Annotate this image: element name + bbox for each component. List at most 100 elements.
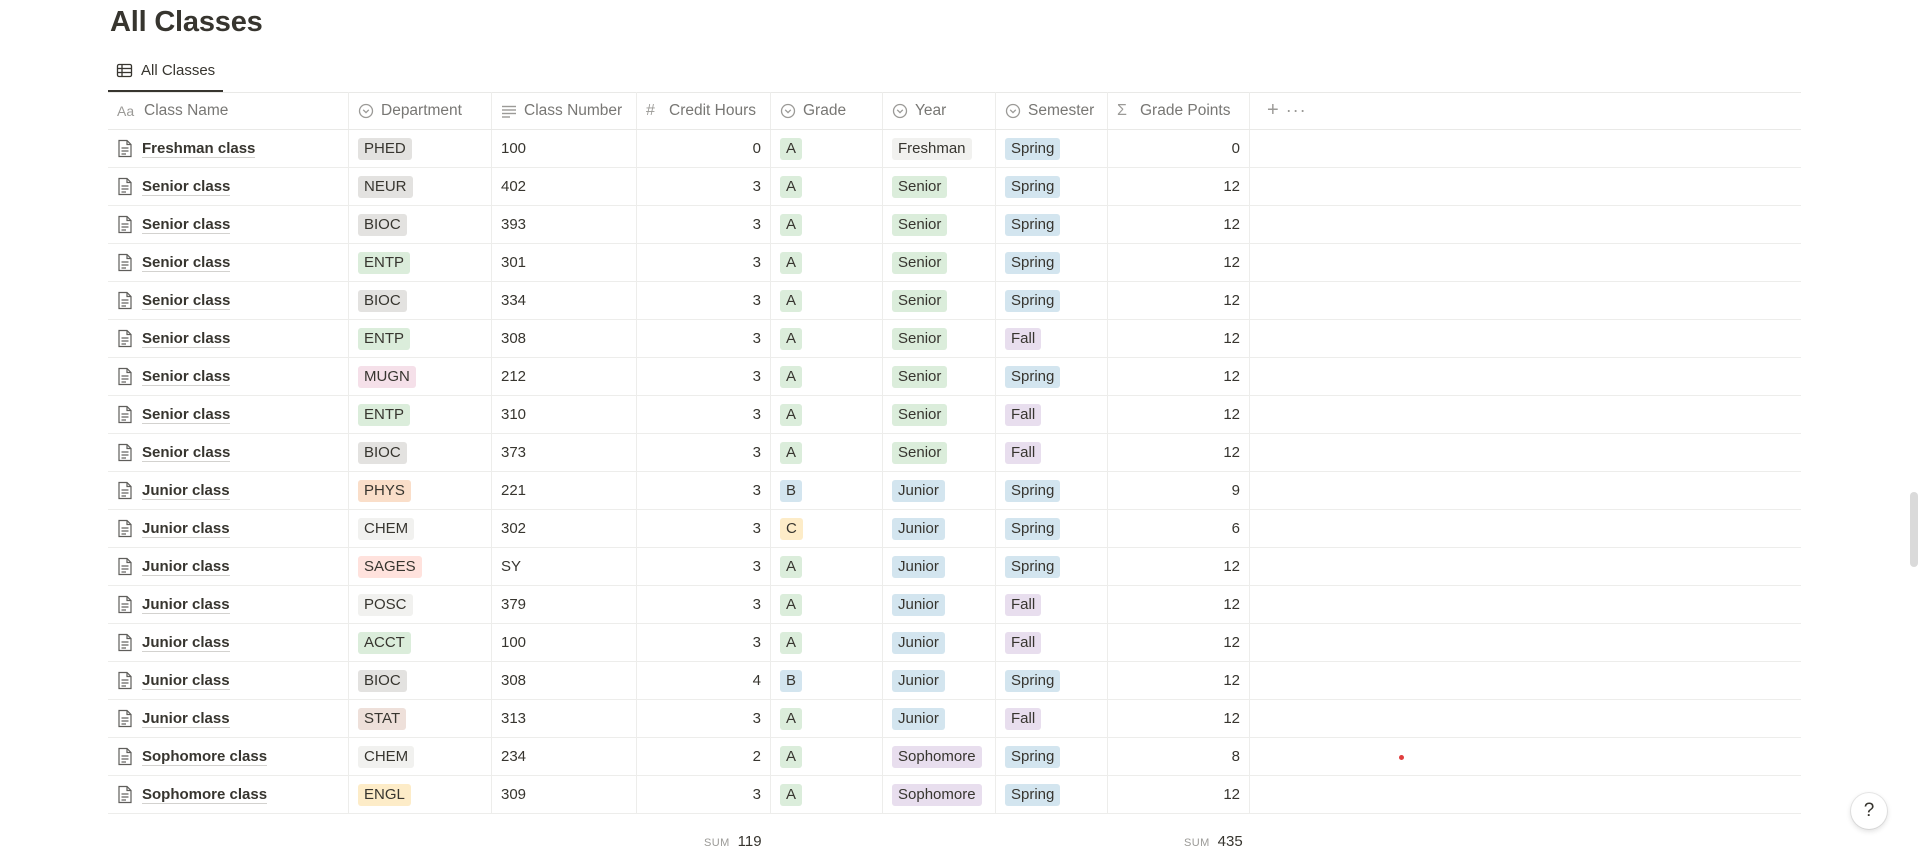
class-name[interactable]: Junior class (142, 520, 230, 538)
semester-cell[interactable]: Spring (996, 282, 1108, 319)
semester-cell[interactable]: Spring (996, 738, 1108, 775)
class-number-cell[interactable]: 234 (492, 738, 637, 775)
credit-hours-cell[interactable]: 3 (637, 244, 771, 281)
class-name[interactable]: Junior class (142, 710, 230, 728)
grade-points-cell[interactable]: 12 (1108, 434, 1250, 471)
department-cell[interactable]: BIOC (349, 206, 492, 243)
table-row[interactable]: Senior class ENTP 310 3 A Senior Fall 12 (108, 396, 1801, 434)
class-number-cell[interactable]: 221 (492, 472, 637, 509)
department-cell[interactable]: ENTP (349, 396, 492, 433)
grade-cell[interactable]: A (771, 244, 883, 281)
class-name-cell[interactable]: Sophomore class (108, 776, 349, 813)
grade-points-cell[interactable]: 12 (1108, 320, 1250, 357)
class-number-cell[interactable]: 313 (492, 700, 637, 737)
table-row[interactable]: Senior class NEUR 402 3 A Senior Spring 12 (108, 168, 1801, 206)
grade-points-cell[interactable]: 12 (1108, 396, 1250, 433)
credit-hours-cell[interactable]: 3 (637, 282, 771, 319)
class-name-cell[interactable]: Senior class (108, 396, 349, 433)
grade-points-cell[interactable]: 12 (1108, 358, 1250, 395)
semester-cell[interactable]: Fall (996, 586, 1108, 623)
grade-points-cell[interactable]: 8 (1108, 738, 1250, 775)
grade-cell[interactable]: A (771, 586, 883, 623)
credit-hours-cell[interactable]: 3 (637, 776, 771, 813)
table-row[interactable]: Senior class BIOC 393 3 A Senior Spring 12 (108, 206, 1801, 244)
grade-cell[interactable]: A (771, 700, 883, 737)
grade-cell[interactable]: A (771, 548, 883, 585)
column-header-grade-points[interactable]: Σ Grade Points (1108, 92, 1250, 129)
department-cell[interactable]: BIOC (349, 434, 492, 471)
semester-cell[interactable]: Spring (996, 548, 1108, 585)
class-name[interactable]: Junior class (142, 482, 230, 500)
year-cell[interactable]: Junior (883, 548, 996, 585)
grade-cell[interactable]: A (771, 320, 883, 357)
class-name-cell[interactable]: Junior class (108, 662, 349, 699)
semester-cell[interactable]: Fall (996, 624, 1108, 661)
table-row[interactable]: Senior class ENTP 308 3 A Senior Fall 12 (108, 320, 1801, 358)
grade-points-cell[interactable]: 12 (1108, 662, 1250, 699)
year-cell[interactable]: Junior (883, 662, 996, 699)
class-name[interactable]: Senior class (142, 444, 231, 462)
credit-hours-cell[interactable]: 0 (637, 130, 771, 167)
table-row[interactable]: Junior class PHYS 221 3 B Junior Spring 9 (108, 472, 1801, 510)
class-name[interactable]: Senior class (142, 216, 231, 234)
credit-hours-cell[interactable]: 3 (637, 472, 771, 509)
department-cell[interactable]: NEUR (349, 168, 492, 205)
semester-cell[interactable]: Spring (996, 662, 1108, 699)
department-cell[interactable]: BIOC (349, 662, 492, 699)
credit-hours-cell[interactable]: 2 (637, 738, 771, 775)
grade-points-cell[interactable]: 12 (1108, 700, 1250, 737)
class-name[interactable]: Senior class (142, 254, 231, 272)
grade-points-cell[interactable]: 12 (1108, 624, 1250, 661)
column-header-class-number[interactable]: Class Number (492, 92, 637, 129)
class-name[interactable]: Senior class (142, 178, 231, 196)
column-header-grade[interactable]: Grade (771, 92, 883, 129)
table-row[interactable]: Senior class BIOC 334 3 A Senior Spring 12 (108, 282, 1801, 320)
grade-cell[interactable]: A (771, 206, 883, 243)
class-name[interactable]: Junior class (142, 558, 230, 576)
column-header-credit-hours[interactable]: # Credit Hours (637, 92, 771, 129)
class-name[interactable]: Sophomore class (142, 786, 268, 804)
year-cell[interactable]: Junior (883, 586, 996, 623)
department-cell[interactable]: MUGN (349, 358, 492, 395)
class-name[interactable]: Junior class (142, 634, 230, 652)
semester-cell[interactable]: Fall (996, 396, 1108, 433)
grade-cell[interactable]: A (771, 738, 883, 775)
year-cell[interactable]: Junior (883, 510, 996, 547)
grade-points-sum[interactable]: SUM 435 (1184, 833, 1243, 850)
class-name[interactable]: Sophomore class (142, 748, 268, 766)
credit-hours-sum[interactable]: SUM 119 (704, 833, 762, 850)
year-cell[interactable]: Senior (883, 282, 996, 319)
credit-hours-cell[interactable]: 3 (637, 358, 771, 395)
semester-cell[interactable]: Spring (996, 510, 1108, 547)
credit-hours-cell[interactable]: 3 (637, 700, 771, 737)
class-number-cell[interactable]: 302 (492, 510, 637, 547)
department-cell[interactable]: PHED (349, 130, 492, 167)
year-cell[interactable]: Junior (883, 700, 996, 737)
class-number-cell[interactable]: 308 (492, 320, 637, 357)
year-cell[interactable]: Sophomore (883, 738, 996, 775)
grade-points-cell[interactable]: 12 (1108, 244, 1250, 281)
grade-points-cell[interactable]: 9 (1108, 472, 1250, 509)
class-name[interactable]: Junior class (142, 672, 230, 690)
grade-cell[interactable]: A (771, 358, 883, 395)
class-name[interactable]: Freshman class (142, 140, 256, 158)
grade-cell[interactable]: B (771, 472, 883, 509)
credit-hours-cell[interactable]: 3 (637, 206, 771, 243)
class-name-cell[interactable]: Junior class (108, 472, 349, 509)
class-number-cell[interactable]: 373 (492, 434, 637, 471)
credit-hours-cell[interactable]: 3 (637, 548, 771, 585)
year-cell[interactable]: Senior (883, 434, 996, 471)
class-number-cell[interactable]: 309 (492, 776, 637, 813)
credit-hours-cell[interactable]: 3 (637, 510, 771, 547)
grade-points-cell[interactable]: 0 (1108, 130, 1250, 167)
class-name[interactable]: Senior class (142, 406, 231, 424)
class-name[interactable]: Senior class (142, 368, 231, 386)
class-number-cell[interactable]: 393 (492, 206, 637, 243)
credit-hours-cell[interactable]: 3 (637, 434, 771, 471)
semester-cell[interactable]: Spring (996, 776, 1108, 813)
table-row[interactable]: Junior class SAGES SY 3 A Junior Spring 12 (108, 548, 1801, 586)
year-cell[interactable]: Senior (883, 168, 996, 205)
department-cell[interactable]: CHEM (349, 738, 492, 775)
table-row[interactable]: Senior class BIOC 373 3 A Senior Fall 12 (108, 434, 1801, 472)
table-row[interactable]: Freshman class PHED 100 0 A Freshman Spring 0 (108, 130, 1801, 168)
